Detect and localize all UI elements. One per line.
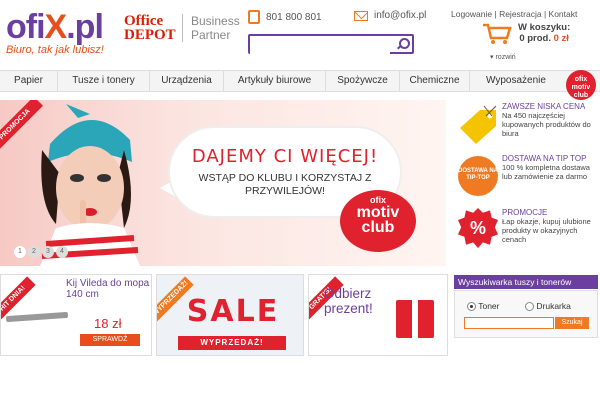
radio-printer-row[interactable]: Drukarka (525, 301, 571, 312)
radio-toner-row[interactable]: Toner (467, 301, 500, 312)
side-promo-text: Na 450 najczęściej kupowanych produktów … (502, 111, 591, 138)
side-promo-low-price[interactable]: ZAWSZE NISKA CENA Na 450 najczęściej kup… (502, 102, 598, 138)
slide-dot[interactable]: 3 (42, 246, 54, 258)
slide-dot[interactable]: 4 (56, 246, 68, 258)
woman-illustration (40, 104, 140, 266)
business-partner-label: Business Partner (182, 14, 246, 42)
gift-box-icon (396, 300, 434, 338)
club-club: club (361, 219, 395, 236)
slider-dots: 1 2 3 4 (14, 246, 68, 258)
nav-item-tusze[interactable]: Tusze i tonery (58, 71, 150, 91)
side-promo-text: 100 % kompletna dostawa lub zamówienie z… (502, 163, 590, 181)
search-bar (248, 34, 414, 55)
sale-subtitle: WYPRZEDAŻ! (178, 336, 286, 350)
login-link[interactable]: Logowanie (451, 9, 492, 19)
gift-text: Odbierz prezent! (324, 286, 373, 316)
toner-search-button[interactable]: Szukaj (555, 317, 589, 329)
main-nav: Papier Tusze i tonery Urządzenia Artykuł… (0, 70, 600, 92)
side-promo-text: Łap okazje, kupuj ulubione produkty w ok… (502, 217, 591, 244)
radio-toner-label: Toner (478, 301, 500, 311)
banner-headline: DAJEMY CI WIĘCEJ! (191, 146, 379, 167)
phone-icon (248, 10, 260, 24)
cart-count: 0 prod. (519, 33, 551, 44)
side-promo-title: PROMOCJE (502, 208, 548, 217)
contact-link[interactable]: Kontakt (549, 9, 578, 19)
nav-item-urzadzenia[interactable]: Urządzenia (150, 71, 224, 91)
toner-search-input[interactable] (464, 317, 554, 329)
slide-dot[interactable]: 1 (14, 246, 26, 258)
motiv-club-logo[interactable]: ofix motiv club (340, 190, 416, 252)
cart-expand-link[interactable]: ▾ rozwiń (490, 53, 516, 61)
motiv-club-badge[interactable]: ofix motiv club (566, 70, 596, 100)
gift-line2: prezent! (324, 301, 373, 316)
slogan: Biuro, tak jak lubisz! (6, 44, 104, 56)
nav-item-artykuly[interactable]: Artykuły biurowe (224, 71, 326, 91)
check-button[interactable]: SPRAWDŹ (80, 334, 140, 346)
cart-label: W koszyku: (518, 22, 571, 33)
search-input[interactable] (250, 38, 390, 55)
email-contact[interactable]: info@ofix.pl (354, 10, 426, 21)
search-icon[interactable] (397, 38, 410, 50)
nav-item-chemiczne[interactable]: Chemiczne (400, 71, 470, 91)
delivery-badge-icon: DOSTAWA NA TIP-TOP (458, 156, 498, 196)
side-promo-deals[interactable]: PROMOCJE Łap okazje, kupuj ulubione prod… (502, 208, 598, 244)
nav-item-spozywcze[interactable]: Spożywcze (326, 71, 400, 91)
phone-contact: 801 800 801 (248, 10, 322, 24)
side-promo-title: DOSTAWA NA TIP TOP (502, 154, 587, 163)
gift-line1: Odbierz (324, 286, 372, 301)
nav-item-papier[interactable]: Papier (0, 71, 58, 91)
side-promo-delivery[interactable]: DOSTAWA NA TIP TOP 100 % kompletna dosta… (502, 154, 598, 181)
logo[interactable]: ofiX.pl (6, 8, 104, 47)
product-price: 18 zł (94, 316, 122, 331)
cart-summary[interactable]: W koszyku: 0 prod. 0 zł (518, 22, 570, 44)
register-link[interactable]: Rejestracja (499, 9, 542, 19)
nav-item-wyposazenie[interactable]: Wyposażenie (470, 71, 562, 91)
product-name[interactable]: Kij Vileda do mopa 140 cm (66, 278, 150, 300)
top-links: Logowanie | Rejestracja | Kontakt (451, 9, 578, 19)
mail-icon (354, 10, 368, 21)
radio-toner[interactable] (467, 302, 476, 312)
cart-icon[interactable] (482, 22, 512, 46)
sale-title: SALE (186, 294, 280, 329)
toner-search-box: Toner Drukarka (454, 290, 598, 338)
slide-dot[interactable]: 2 (28, 246, 40, 258)
club-ofix: ofix (369, 195, 386, 205)
radio-printer-label: Drukarka (536, 301, 571, 311)
percent-icon: % (458, 208, 498, 248)
side-promo-title: ZAWSZE NISKA CENA (502, 102, 586, 111)
cart-total: 0 zł (553, 33, 569, 44)
club-motiv: motiv (356, 204, 400, 221)
office-depot-logo: Office DEPOT (124, 13, 176, 43)
radio-printer[interactable] (525, 302, 534, 312)
toner-search-title: Wyszukiwarka tuszy i tonerów (454, 275, 598, 289)
price-tag-icon (460, 105, 497, 144)
